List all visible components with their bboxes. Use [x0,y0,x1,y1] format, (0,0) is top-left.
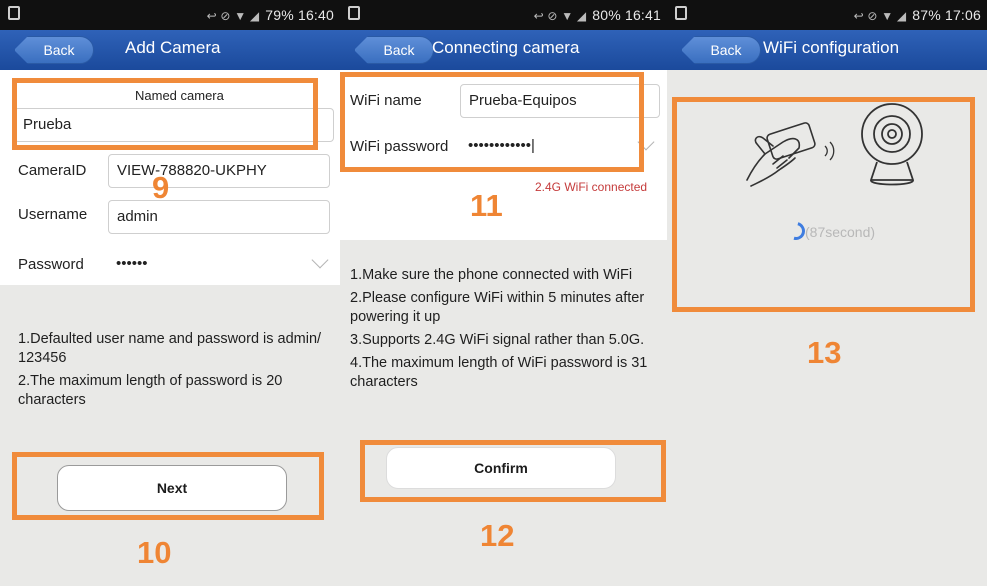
status-indicators: ↩ ⊘ ▼ ◢ 87% 17:06 [854,7,981,23]
back-button[interactable]: Back [14,36,94,64]
status-icons: ↩ ⊘ ▼ ◢ [206,9,260,23]
username-input[interactable]: admin [108,200,330,234]
status-indicators: ↩ ⊘ ▼ ◢ 79% 16:40 [207,7,334,23]
step-number: 9 [152,170,170,205]
camera-id-input[interactable]: VIEW-788820-UKPHY [108,154,330,188]
highlight-box [12,78,318,150]
note-item: 1.Make sure the phone connected with WiF… [350,267,633,283]
note-item: 3.Supports 2.4G WiFi signal rather than … [350,332,645,348]
step-number: 10 [137,535,172,570]
page-title: Add Camera [125,38,221,57]
highlight-box [672,97,975,312]
password-label: Password [18,256,84,273]
gallery-icon [348,6,360,20]
info-notes: 1.Make sure the phone connected with WiF… [350,266,662,396]
camera-id-label: CameraID [18,162,87,179]
status-bar: ↩ ⊘ ▼ ◢ 87% 17:06 [667,0,987,30]
page-title: Connecting camera [432,38,580,57]
note-item: 2.The maximum length of password is 20 c… [18,373,283,408]
battery-time: 87% 17:06 [912,7,981,23]
battery-time: 80% 16:41 [592,7,661,23]
app-bar: Back WiFi configuration [667,30,987,70]
page-title: WiFi configuration [763,38,900,57]
add-camera-screen: ↩ ⊘ ▼ ◢ 79% 16:40 Back Add Camera Named c… [0,0,340,586]
note-item: 2.Please configure WiFi within 5 minutes… [350,290,645,325]
gallery-icon [8,6,20,20]
wifi-status-text: 2.4G WiFi connected [535,180,648,194]
info-notes: 1.Defaulted user name and password is ad… [18,330,338,414]
note-item: 4.The maximum length of WiFi password is… [350,355,648,390]
username-label: Username [18,206,88,223]
battery-time: 79% 16:40 [265,7,334,23]
highlight-box [12,452,324,520]
highlight-box [340,72,644,172]
status-bar: ↩ ⊘ ▼ ◢ 79% 16:40 [0,0,340,30]
wifi-configuration-screen: ↩ ⊘ ▼ ◢ 87% 17:06 Back WiFi configuration [667,0,987,586]
step-number: 11 [470,188,503,223]
connecting-camera-screen: ↩ ⊘ ▼ ◢ 80% 16:41 Back Connecting camera … [340,0,667,586]
status-icons: ↩ ⊘ ▼ ◢ [533,9,587,23]
step-number: 13 [807,335,842,370]
status-indicators: ↩ ⊘ ▼ ◢ 80% 16:41 [534,7,661,23]
app-bar: Back Add Camera [0,30,340,70]
status-icons: ↩ ⊘ ▼ ◢ [853,9,907,23]
gallery-icon [675,6,687,20]
step-number: 12 [480,518,515,553]
app-bar: Back Connecting camera [340,30,667,70]
password-input[interactable]: •••••• [108,248,334,282]
back-button[interactable]: Back [354,36,434,64]
back-button[interactable]: Back [681,36,761,64]
note-item: 1.Defaulted user name and password is ad… [18,331,322,366]
status-bar: ↩ ⊘ ▼ ◢ 80% 16:41 [340,0,667,30]
highlight-box [360,440,666,502]
